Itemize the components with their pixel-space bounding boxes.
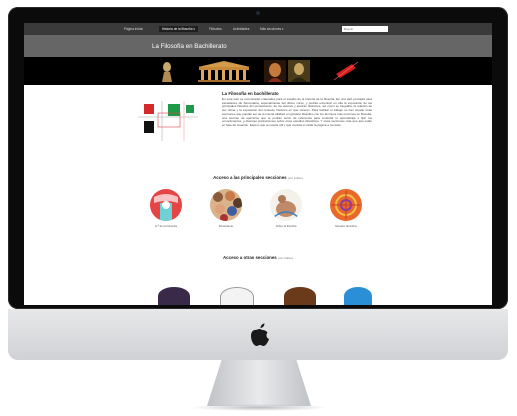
other-sections-subtitle[interactable]: (ver índice) [278,256,293,260]
nav-item-history[interactable]: Historia de la filosofía ▾ [159,26,198,32]
intro-illustration [138,101,198,141]
other-section-thumb-3[interactable] [284,287,316,305]
other-sections-title: Acceso a otras secciones [223,255,277,260]
section-label: Sobre la filosofía [275,224,297,228]
site-header: La Filosofía en Bachillerato [24,35,492,57]
section-card-history[interactable]: H.ª de la Filosofía [144,189,188,228]
apple-logo-icon [251,323,269,346]
nav-item-more[interactable]: Más secciones ▾ [260,27,284,31]
other-section-thumb-2[interactable] [220,287,254,305]
nav-item-philosophers[interactable]: Filósofos [209,27,222,31]
main-content: La Filosofía en bachillerato En esta web… [24,85,492,305]
section-card-glossary[interactable]: Glosario filosófico [324,189,368,228]
site-title[interactable]: La Filosofía en Bachillerato [152,43,227,50]
main-sections-title: Acceso a las principales secciones [213,175,287,180]
search-input[interactable] [342,26,388,32]
monitor-chin [8,309,508,360]
nav-item-activities[interactable]: Actividades [233,27,249,31]
history-thumbnail[interactable] [150,189,182,221]
monitor-stand [207,360,311,406]
about-thumbnail[interactable] [270,189,302,221]
bust-icon [162,62,172,82]
intro-title: La Filosofía en bachillerato [222,91,279,96]
glossary-thumbnail[interactable] [330,189,362,221]
about-image [270,189,302,221]
screen: Página inicial Historia de la filosofía … [24,23,492,305]
philosophizing-image [210,189,242,221]
philosophizing-thumbnail[interactable] [210,189,242,221]
intro-text: En esta web se encontrarán materiales pa… [222,97,372,127]
glossary-image [330,189,362,221]
banner [24,57,492,85]
stand-shadow [190,404,328,411]
temple-icon [198,61,250,82]
other-section-thumb-1[interactable] [158,287,190,305]
section-card-about[interactable]: Sobre la filosofía [264,189,308,228]
other-section-thumb-4[interactable] [344,287,372,305]
camera [256,11,260,15]
top-navigation: Página inicial Historia de la filosofía … [24,23,492,35]
main-sections-subtitle[interactable]: (ver índice) [288,176,303,180]
nav-item-home[interactable]: Página inicial [124,27,143,31]
section-card-philosophizing[interactable]: Filosofando [204,189,248,228]
main-sections-heading: Acceso a las principales secciones (ver … [24,175,492,180]
section-label: H.ª de la Filosofía [154,224,178,228]
section-label: Filosofando [218,224,234,228]
red-laser-figure [334,61,358,81]
section-label: Glosario filosófico [334,224,358,228]
other-sections-heading: Acceso a otras secciones (ver índice) [24,255,492,260]
philosopher-portrait [264,60,286,82]
mona-lisa [288,60,310,82]
history-image [150,189,182,221]
monitor-frame: Página inicial Historia de la filosofía … [8,7,508,309]
